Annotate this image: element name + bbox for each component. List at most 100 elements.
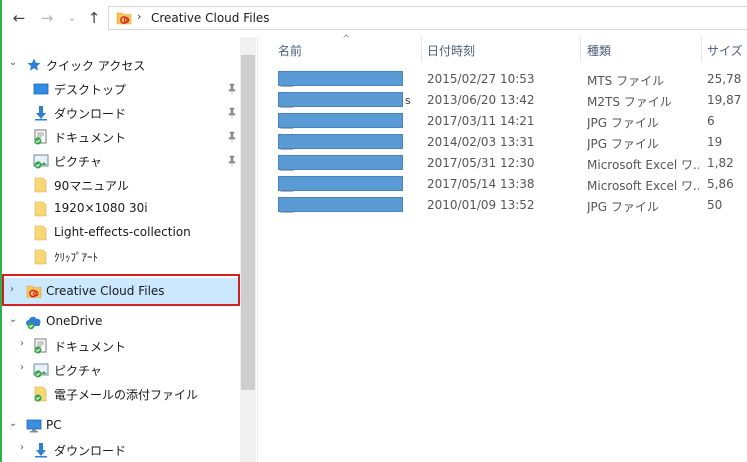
- file-date: 2014/02/03 13:31: [427, 135, 535, 149]
- file-size: 19: [707, 135, 723, 149]
- file-type: JPG ファイル: [587, 116, 659, 130]
- column-label: サイズ: [707, 44, 743, 58]
- column-header-size[interactable]: サイズ: [702, 37, 747, 62]
- desktop-icon: [33, 81, 49, 97]
- pictures-sync-icon: [33, 153, 49, 169]
- nav-item-downloads[interactable]: ダウンロード: [2, 101, 240, 125]
- expand-chevron-icon[interactable]: ⌄: [8, 314, 18, 325]
- file-date: 2010/01/09 13:52: [427, 198, 535, 212]
- nav-item-pc[interactable]: ⌄ PC: [2, 414, 240, 438]
- expand-chevron-icon[interactable]: ⌄: [8, 57, 18, 68]
- folder-sync-icon: [33, 386, 49, 402]
- file-size: 5,86: [707, 177, 734, 191]
- nav-label: ドキュメント: [54, 340, 127, 354]
- file-size: 1,82: [707, 156, 734, 170]
- nav-item-pictures[interactable]: ピクチャ: [2, 149, 240, 173]
- file-date: 2015/02/27 10:53: [427, 72, 535, 86]
- file-row[interactable]: 2017/05/31 12:30 Microsoft Excel ワ... 1,82: [258, 153, 747, 174]
- up-button[interactable]: ↑: [85, 9, 103, 27]
- expand-chevron-icon[interactable]: ›: [17, 442, 27, 453]
- expand-chevron-icon[interactable]: ⌄: [8, 418, 18, 429]
- redacted-file-name: [278, 155, 403, 170]
- document-sync-icon: [33, 338, 49, 354]
- nav-item-onedrive-attachments[interactable]: 電子メールの添付ファイル: [2, 382, 240, 406]
- breadcrumb-separator[interactable]: ›: [137, 10, 141, 23]
- nav-item-folder-clipart[interactable]: ｸﾘｯﾌﾟｱｰﾄ: [2, 245, 240, 269]
- file-size: 19,87: [707, 93, 742, 107]
- expand-chevron-icon[interactable]: ›: [17, 362, 27, 373]
- column-header-name[interactable]: ^ 名前: [258, 34, 421, 62]
- nav-label: クイック アクセス: [46, 59, 146, 73]
- computer-icon: [26, 418, 42, 434]
- nav-item-folder-light[interactable]: Light-effects-collection: [2, 221, 240, 245]
- pin-icon[interactable]: [227, 107, 237, 121]
- file-row[interactable]: 2017/03/11 14:21 JPG ファイル 6: [258, 111, 747, 132]
- file-row[interactable]: 2014/02/03 13:31 JPG ファイル 19: [258, 132, 747, 153]
- file-date: 2017/03/11 14:21: [427, 114, 535, 128]
- sort-ascending-icon: ^: [342, 34, 351, 45]
- column-header-type[interactable]: 種類: [581, 37, 701, 62]
- pin-icon[interactable]: [227, 155, 237, 169]
- column-header-date[interactable]: 日付時刻: [422, 37, 580, 62]
- file-date: 2017/05/31 12:30: [427, 156, 535, 170]
- redacted-file-name: [278, 113, 403, 128]
- nav-item-folder-1920[interactable]: 1920×1080 30i: [2, 197, 240, 221]
- nav-label: OneDrive: [46, 314, 103, 328]
- nav-item-onedrive[interactable]: ⌄ OneDrive: [2, 310, 240, 334]
- breadcrumb-current[interactable]: Creative Cloud Files: [151, 11, 270, 25]
- highlight-annotation: [2, 274, 240, 306]
- nav-item-onedrive-pictures[interactable]: › ピクチャ: [2, 358, 240, 382]
- navigation-pane: ⌄ クイック アクセス デスクトップ ダウンロード ドキュメント ピクチャ 90…: [2, 37, 240, 462]
- file-row[interactable]: s 2013/06/20 13:42 M2TS ファイル 19,87: [258, 90, 747, 111]
- onedrive-cloud-icon: [26, 314, 42, 330]
- pin-icon[interactable]: [227, 131, 237, 145]
- nav-item-desktop[interactable]: デスクトップ: [2, 77, 240, 101]
- forward-button[interactable]: →: [38, 9, 56, 27]
- nav-label: 1920×1080 30i: [54, 201, 148, 215]
- document-sync-icon: [33, 129, 49, 145]
- nav-label: ピクチャ: [54, 155, 102, 169]
- file-name-tail: s: [405, 94, 411, 107]
- nav-label: ドキュメント: [54, 131, 127, 145]
- pin-icon[interactable]: [227, 83, 237, 97]
- creative-cloud-folder-icon: [116, 11, 132, 28]
- nav-item-documents[interactable]: ドキュメント: [2, 125, 240, 149]
- file-date: 2013/06/20 13:42: [427, 93, 535, 107]
- nav-item-onedrive-documents[interactable]: › ドキュメント: [2, 334, 240, 358]
- nav-item-pc-downloads[interactable]: › ダウンロード: [2, 438, 240, 462]
- file-size: 6: [707, 114, 715, 128]
- download-arrow-icon: [33, 105, 49, 121]
- redacted-file-name: [278, 197, 403, 212]
- nav-label: デスクトップ: [54, 83, 127, 97]
- back-button[interactable]: ←: [10, 9, 28, 27]
- file-row[interactable]: 2010/01/09 13:52 JPG ファイル 50: [258, 195, 747, 216]
- column-label: 日付時刻: [427, 44, 476, 58]
- nav-scrollbar[interactable]: [240, 37, 256, 462]
- address-bar[interactable]: › Creative Cloud Files: [108, 6, 747, 30]
- nav-label: PC: [46, 418, 62, 432]
- download-arrow-icon: [33, 442, 49, 458]
- redacted-file-name: [278, 134, 403, 149]
- nav-label: 電子メールの添付ファイル: [54, 388, 199, 402]
- file-type: Microsoft Excel ワ...: [587, 179, 699, 193]
- expand-chevron-icon[interactable]: ›: [17, 338, 27, 349]
- folder-icon: [33, 201, 49, 217]
- folder-icon: [33, 225, 49, 241]
- nav-label: ダウンロード: [54, 444, 127, 458]
- scrollbar-thumb[interactable]: [241, 55, 255, 390]
- file-type: Microsoft Excel ワ...: [587, 158, 699, 172]
- file-row[interactable]: 2017/05/14 13:38 Microsoft Excel ワ... 5,86: [258, 174, 747, 195]
- address-toolbar: ← → ⌄ ↑ › Creative Cloud Files: [2, 0, 747, 37]
- redacted-file-name: [278, 92, 403, 107]
- file-row[interactable]: 2015/02/27 10:53 MTS ファイル 25,78: [258, 69, 747, 90]
- nav-item-quick-access[interactable]: ⌄ クイック アクセス: [2, 53, 240, 77]
- nav-item-folder-90[interactable]: 90マニュアル: [2, 173, 240, 197]
- file-size: 50: [707, 198, 723, 212]
- file-type: JPG ファイル: [587, 200, 659, 214]
- file-type: M2TS ファイル: [587, 95, 672, 109]
- file-list: ^ 名前 日付時刻 種類 サイズ 2015/02/27 10:53 MTS ファイ…: [258, 34, 747, 462]
- file-size: 25,78: [707, 72, 742, 86]
- nav-label: Light-effects-collection: [54, 225, 191, 239]
- recent-locations-dropdown[interactable]: ⌄: [63, 9, 81, 27]
- file-type: MTS ファイル: [587, 74, 665, 88]
